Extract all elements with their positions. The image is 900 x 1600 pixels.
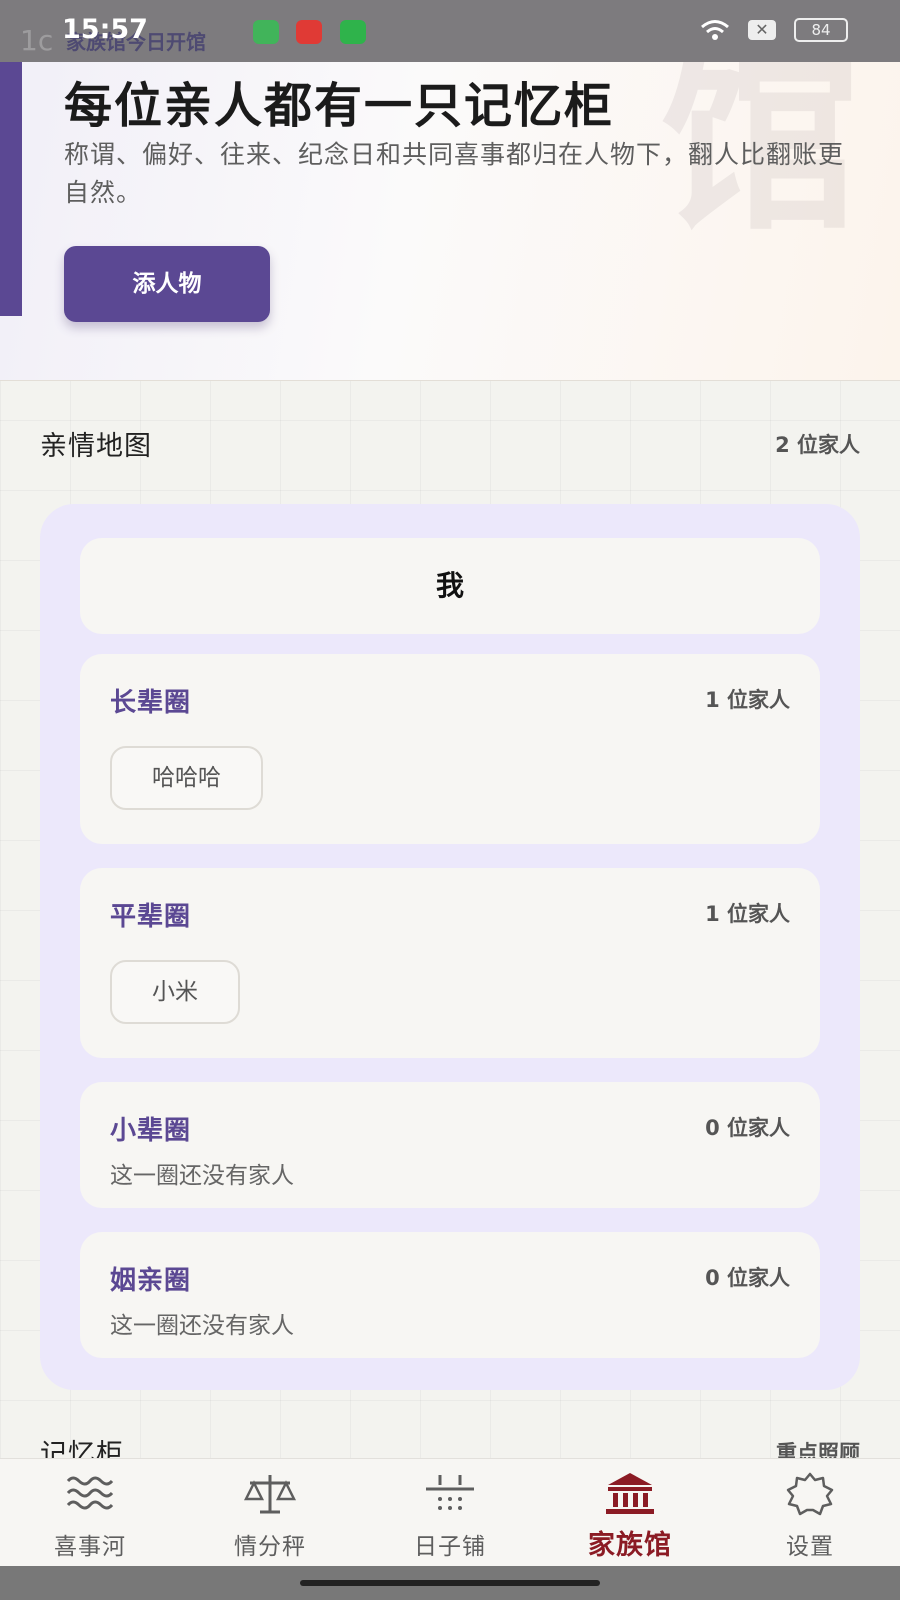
bottom-nav: 喜事河 情分秤 日子铺 家族馆 设置 bbox=[0, 1458, 900, 1567]
status-bar: 1c 家族馆今日开馆 15:57 ✕ 84 bbox=[0, 0, 900, 62]
wifi-icon bbox=[701, 20, 729, 40]
scale-icon bbox=[243, 1475, 297, 1514]
shield-notification-icon bbox=[253, 20, 279, 44]
nav-item-settings[interactable]: 设置 bbox=[720, 1459, 900, 1567]
nav-item-family-hall[interactable]: 家族馆 bbox=[540, 1459, 720, 1567]
circle-card-elders[interactable]: 长辈圈 1 位家人 哈哈哈 bbox=[80, 654, 820, 844]
circle-count: 0 位家人 bbox=[705, 1266, 790, 1290]
member-chip[interactable]: 哈哈哈 bbox=[110, 746, 263, 810]
home-indicator[interactable] bbox=[300, 1580, 600, 1586]
nav-label: 情分秤 bbox=[234, 1534, 306, 1560]
circle-name: 长辈圈 bbox=[110, 688, 192, 718]
circle-card-peers[interactable]: 平辈圈 1 位家人 小米 bbox=[80, 868, 820, 1058]
kinship-map-header: 亲情地图 2 位家人 bbox=[40, 424, 860, 463]
nav-label: 设置 bbox=[786, 1534, 834, 1560]
nav-item-happy-river[interactable]: 喜事河 bbox=[0, 1459, 180, 1567]
kinship-map-title: 亲情地图 bbox=[40, 431, 152, 462]
hero-banner: 馆 每位亲人都有一只记忆柜 称谓、偏好、往来、纪念日和共同喜事都归在人物下，翻人… bbox=[0, 62, 900, 381]
museum-icon bbox=[606, 1473, 654, 1514]
nav-label: 家族馆 bbox=[588, 1530, 672, 1561]
circle-card-juniors[interactable]: 小辈圈 0 位家人 这一圈还没有家人 bbox=[80, 1082, 820, 1208]
no-sim-icon: ✕ bbox=[748, 20, 776, 40]
circle-count: 1 位家人 bbox=[705, 688, 790, 712]
empty-circle-note: 这一圈还没有家人 bbox=[110, 1313, 294, 1339]
circle-name: 小辈圈 bbox=[110, 1116, 192, 1146]
kinship-map-panel: 我 长辈圈 1 位家人 哈哈哈 平辈圈 1 位家人 小米 小辈圈 0 位家人 这… bbox=[40, 504, 860, 1390]
nav-label: 喜事河 bbox=[54, 1534, 126, 1560]
empty-circle-note: 这一圈还没有家人 bbox=[110, 1163, 294, 1189]
status-indicators: ✕ 84 bbox=[700, 18, 848, 42]
circle-count: 0 位家人 bbox=[705, 1116, 790, 1140]
video-notification-icon bbox=[296, 20, 322, 44]
status-time: 15:57 bbox=[62, 14, 148, 45]
gear-icon bbox=[786, 1472, 834, 1516]
circle-card-in-laws[interactable]: 姻亲圈 0 位家人 这一圈还没有家人 bbox=[80, 1232, 820, 1358]
hero-subtitle: 称谓、偏好、往来、纪念日和共同喜事都归在人物下，翻人比翻账更自然。 bbox=[64, 140, 845, 207]
member-chip[interactable]: 小米 bbox=[110, 960, 240, 1024]
calendar-grid-icon bbox=[426, 1475, 474, 1510]
circle-name: 姻亲圈 bbox=[110, 1266, 192, 1296]
nav-label: 日子铺 bbox=[414, 1534, 486, 1560]
me-card[interactable]: 我 bbox=[80, 538, 820, 634]
app-notification-icon bbox=[340, 20, 366, 44]
nav-item-scale[interactable]: 情分秤 bbox=[180, 1459, 360, 1567]
nav-item-day-shop[interactable]: 日子铺 bbox=[360, 1459, 540, 1567]
circle-count: 1 位家人 bbox=[705, 902, 790, 926]
hero-title: 每位亲人都有一只记忆柜 bbox=[64, 78, 615, 134]
waves-icon bbox=[66, 1476, 114, 1510]
system-nav-bar bbox=[0, 1566, 900, 1600]
battery-icon: 84 bbox=[794, 18, 848, 42]
circle-name: 平辈圈 bbox=[110, 902, 192, 932]
add-person-button[interactable]: 添人物 bbox=[64, 246, 270, 322]
kinship-map-count: 2 位家人 bbox=[775, 432, 860, 457]
hero-accent-bar bbox=[0, 62, 22, 316]
status-ghost-text: 1c bbox=[20, 24, 54, 57]
